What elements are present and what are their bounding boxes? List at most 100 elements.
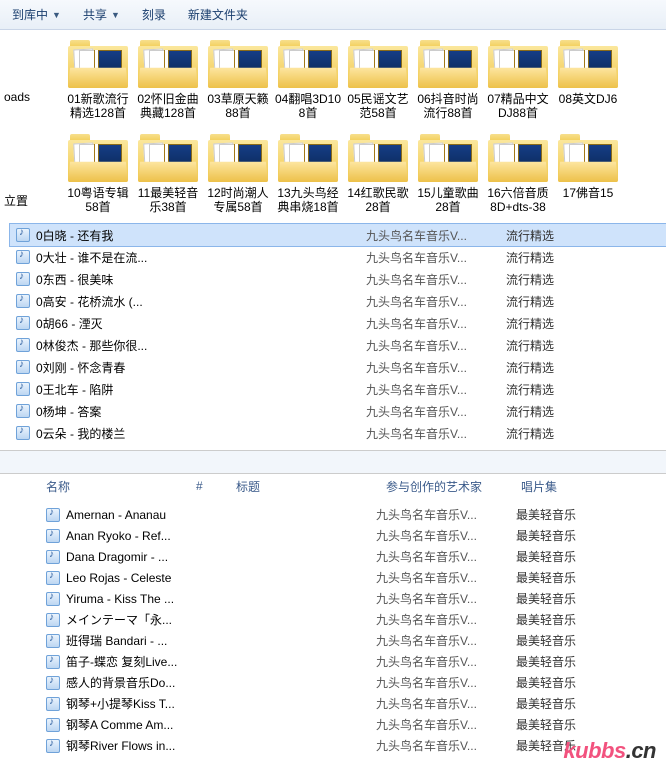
folder-label: 03草原天籁88首 <box>204 92 272 120</box>
music-row[interactable]: 钢琴A Comme Am...九头鸟名车音乐V...最美轻音乐 <box>40 714 666 735</box>
music-row[interactable]: Leo Rojas - Celeste九头鸟名车音乐V...最美轻音乐 <box>40 567 666 588</box>
music-icon <box>16 338 30 352</box>
music-row[interactable]: 笛子-蝶恋 复刻Live...九头鸟名车音乐V...最美轻音乐 <box>40 651 666 672</box>
music-album: 最美轻音乐 <box>516 590 576 607</box>
music-row[interactable]: Amernan - Ananau九头鸟名车音乐V...最美轻音乐 <box>40 504 666 525</box>
music-row[interactable]: Anan Ryoko - Ref...九头鸟名车音乐V...最美轻音乐 <box>40 525 666 546</box>
music-artist: 九头鸟名车音乐V... <box>366 293 506 310</box>
new-folder-button[interactable]: 新建文件夹 <box>180 4 256 25</box>
music-album: 流行精选 <box>506 359 554 376</box>
music-album: 最美轻音乐 <box>516 653 576 670</box>
music-icon <box>46 571 60 585</box>
music-row[interactable]: 0高安 - 花桥流水 (...九头鸟名车音乐V...流行精选 <box>10 290 666 312</box>
folder-label: 05民谣文艺范58首 <box>344 92 412 120</box>
folder-label: 12时尚潮人专属58首 <box>204 186 272 214</box>
folder-item[interactable]: 06抖音时尚流行88首 <box>414 40 482 120</box>
folder-icon <box>558 40 618 88</box>
music-artist: 九头鸟名车音乐V... <box>366 381 506 398</box>
folder-item[interactable]: 12时尚潮人专属58首 <box>204 134 272 214</box>
folder-item[interactable]: 14红歌民歌28首 <box>344 134 412 214</box>
music-artist: 九头鸟名车音乐V... <box>366 359 506 376</box>
music-album: 流行精选 <box>506 403 554 420</box>
folder-label: 11最美轻音乐38首 <box>134 186 202 214</box>
folder-label: 02怀旧金曲典藏128首 <box>134 92 202 120</box>
music-row[interactable]: 0林俊杰 - 那些你很...九头鸟名车音乐V...流行精选 <box>10 334 666 356</box>
music-icon <box>16 426 30 440</box>
col-name[interactable]: 名称 <box>46 478 196 495</box>
burn-button[interactable]: 刻录 <box>134 4 174 25</box>
folder-item[interactable]: 07精品中文DJ88首 <box>484 40 552 120</box>
music-album: 最美轻音乐 <box>516 695 576 712</box>
music-icon <box>46 655 60 669</box>
folder-item[interactable]: 17佛音15 <box>554 134 622 214</box>
folder-item[interactable]: 11最美轻音乐38首 <box>134 134 202 214</box>
music-artist: 九头鸟名车音乐V... <box>376 695 516 712</box>
col-num[interactable]: # <box>196 479 236 493</box>
music-row[interactable]: 0东西 - 很美味九头鸟名车音乐V...流行精选 <box>10 268 666 290</box>
music-artist: 九头鸟名车音乐V... <box>366 403 506 420</box>
music-row[interactable]: 0王北车 - 陷阱九头鸟名车音乐V...流行精选 <box>10 378 666 400</box>
folder-item[interactable]: 08英文DJ6 <box>554 40 622 120</box>
folder-item[interactable]: 02怀旧金曲典藏128首 <box>134 40 202 120</box>
music-icon <box>16 272 30 286</box>
folder-icon <box>138 40 198 88</box>
folder-item[interactable]: 05民谣文艺范58首 <box>344 40 412 120</box>
music-icon <box>46 592 60 606</box>
music-artist: 九头鸟名车音乐V... <box>366 425 506 442</box>
folder-item[interactable]: 10粤语专辑58首 <box>64 134 132 214</box>
music-album: 最美轻音乐 <box>516 611 576 628</box>
col-artist[interactable]: 参与创作的艺术家 <box>386 478 521 495</box>
folder-label: 14红歌民歌28首 <box>344 186 412 214</box>
col-album[interactable]: 唱片集 <box>521 478 557 495</box>
folder-label: 07精品中文DJ88首 <box>484 92 552 120</box>
music-row[interactable]: 0大壮 - 谁不是在流...九头鸟名车音乐V...流行精选 <box>10 246 666 268</box>
music-name: Dana Dragomir - ... <box>66 550 376 564</box>
explorer-toolbar: 到库中▼ 共享▼ 刻录 新建文件夹 <box>0 0 666 30</box>
music-row[interactable]: 感人的背景音乐Do...九头鸟名车音乐V...最美轻音乐 <box>40 672 666 693</box>
music-artist: 九头鸟名车音乐V... <box>366 227 506 244</box>
library-menu[interactable]: 到库中▼ <box>4 4 69 25</box>
folder-icon <box>208 40 268 88</box>
folder-item[interactable]: 15儿童歌曲28首 <box>414 134 482 214</box>
music-name: 笛子-蝶恋 复刻Live... <box>66 653 376 670</box>
music-name: 0刘刚 - 怀念青春 <box>36 359 366 376</box>
music-artist: 九头鸟名车音乐V... <box>366 337 506 354</box>
folder-label: 16六倍音质8D+dts-38 <box>484 186 552 214</box>
burn-label: 刻录 <box>142 6 166 23</box>
music-row[interactable]: 0杨坤 - 答案九头鸟名车音乐V...流行精选 <box>10 400 666 422</box>
music-row[interactable]: 0胡66 - 湮灭九头鸟名车音乐V...流行精选 <box>10 312 666 334</box>
music-icon <box>46 508 60 522</box>
music-icon <box>46 613 60 627</box>
share-menu[interactable]: 共享▼ <box>75 4 128 25</box>
music-row[interactable]: 钢琴+小提琴Kiss T...九头鸟名车音乐V...最美轻音乐 <box>40 693 666 714</box>
music-name: 感人的背景音乐Do... <box>66 674 376 691</box>
folder-item[interactable]: 04翻唱3D108首 <box>274 40 342 120</box>
folder-label: 13九头鸟经典串烧18首 <box>274 186 342 214</box>
col-title[interactable]: 标题 <box>236 478 386 495</box>
music-row[interactable]: Dana Dragomir - ...九头鸟名车音乐V...最美轻音乐 <box>40 546 666 567</box>
folder-label: 15儿童歌曲28首 <box>414 186 482 214</box>
folder-icon <box>138 134 198 182</box>
music-row[interactable]: 0云朵 - 我的楼兰九头鸟名车音乐V...流行精选 <box>10 422 666 444</box>
folder-label: 06抖音时尚流行88首 <box>414 92 482 120</box>
music-row[interactable]: メインテーマ「永...九头鸟名车音乐V...最美轻音乐 <box>40 609 666 630</box>
music-album: 最美轻音乐 <box>516 569 576 586</box>
music-row[interactable]: Yiruma - Kiss The ...九头鸟名车音乐V...最美轻音乐 <box>40 588 666 609</box>
music-row[interactable]: 0刘刚 - 怀念青春九头鸟名车音乐V...流行精选 <box>10 356 666 378</box>
folder-item[interactable]: 01新歌流行精选128首 <box>64 40 132 120</box>
music-row[interactable]: 0白晓 - 还有我九头鸟名车音乐V...流行精选 <box>10 224 666 246</box>
music-icon <box>46 529 60 543</box>
folder-item[interactable]: 13九头鸟经典串烧18首 <box>274 134 342 214</box>
folder-item[interactable]: 16六倍音质8D+dts-38 <box>484 134 552 214</box>
music-icon <box>16 382 30 396</box>
folder-label: 17佛音15 <box>554 186 622 200</box>
music-album: 流行精选 <box>506 227 554 244</box>
music-artist: 九头鸟名车音乐V... <box>376 527 516 544</box>
music-icon <box>16 360 30 374</box>
music-name: Amernan - Ananau <box>66 508 376 522</box>
music-album: 流行精选 <box>506 271 554 288</box>
folder-item[interactable]: 03草原天籁88首 <box>204 40 272 120</box>
music-row[interactable]: 班得瑞 Bandari - ...九头鸟名车音乐V...最美轻音乐 <box>40 630 666 651</box>
folder-icon <box>488 40 548 88</box>
music-artist: 九头鸟名车音乐V... <box>376 674 516 691</box>
